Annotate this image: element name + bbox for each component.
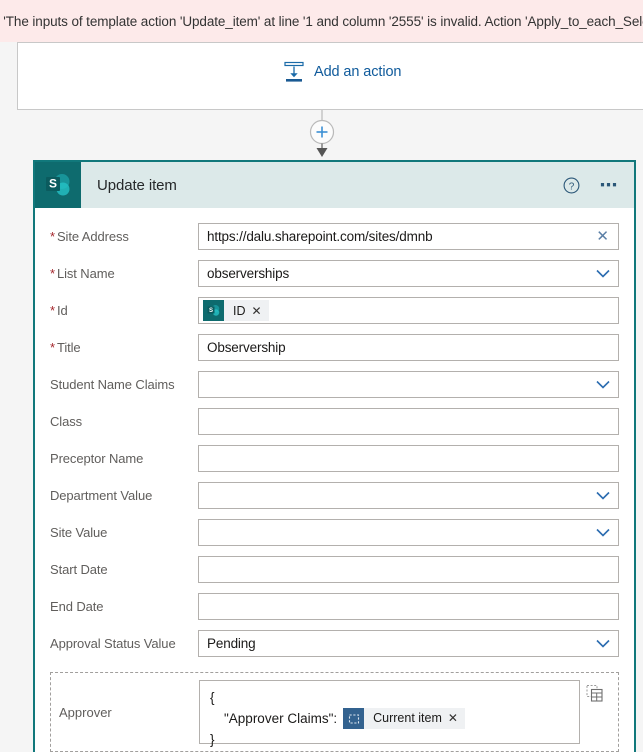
svg-text:S: S — [209, 308, 213, 314]
svg-text:?: ? — [568, 181, 574, 192]
chevron-down-icon[interactable] — [596, 380, 610, 389]
action-title: Update item — [97, 176, 177, 194]
field-label-id: * Id — [50, 303, 68, 318]
chevron-down-icon[interactable] — [596, 639, 610, 648]
chevron-down-icon[interactable] — [596, 491, 610, 500]
field-row-preceptor-name: Preceptor Name — [50, 440, 619, 477]
list-name-value: observerships — [207, 266, 290, 281]
department-value-dropdown[interactable] — [198, 482, 619, 509]
action-card-header[interactable]: S Update item ? ⋯ — [35, 162, 634, 208]
approver-json-key: "Approver Claims": — [224, 711, 338, 726]
field-row-end-date: End Date — [50, 588, 619, 625]
add-an-action-button[interactable]: Add an action — [283, 61, 401, 83]
chevron-down-icon[interactable] — [596, 269, 610, 278]
error-banner: : 'The inputs of template action 'Update… — [0, 0, 643, 42]
required-asterisk: * — [50, 266, 55, 281]
field-row-site-address: * Site Address https://dalu.sharepoint.co… — [50, 218, 619, 255]
ellipsis-icon[interactable]: ⋯ — [600, 176, 621, 194]
close-icon[interactable]: ✕ — [448, 708, 465, 729]
field-label-preceptor-name: Preceptor Name — [50, 451, 144, 466]
end-date-input[interactable] — [198, 593, 619, 620]
approver-json-open: { — [210, 690, 215, 705]
start-date-input[interactable] — [198, 556, 619, 583]
field-row-site-value: Site Value — [50, 514, 619, 551]
help-circle-icon[interactable]: ? — [563, 177, 580, 194]
site-address-input[interactable]: https://dalu.sharepoint.com/sites/dmnb ✕ — [198, 223, 619, 250]
class-input[interactable] — [198, 408, 619, 435]
field-label-list-name: * List Name — [50, 266, 115, 281]
close-icon[interactable]: ✕ — [252, 304, 269, 318]
token-chip-label: Current item — [373, 711, 442, 725]
arrow-down-icon — [316, 148, 327, 157]
field-label-site-address: * Site Address — [50, 229, 129, 244]
field-row-list-name: * List Name observerships — [50, 255, 619, 292]
approver-section: Approver { "Approver Claims": Current it… — [50, 672, 619, 752]
flow-connector — [0, 110, 643, 160]
plus-circle-icon — [309, 119, 334, 145]
action-form-body: * Site Address https://dalu.sharepoint.co… — [35, 208, 634, 752]
student-name-claims-dropdown[interactable] — [198, 371, 619, 398]
svg-text:S: S — [49, 177, 57, 191]
site-address-value: https://dalu.sharepoint.com/sites/dmnb — [207, 229, 433, 244]
insert-arrow-down-icon — [283, 61, 305, 83]
action-header-controls: ? ⋯ — [563, 162, 621, 208]
approval-status-value-dropdown[interactable]: Pending — [198, 630, 619, 657]
update-item-action-card[interactable]: S Update item ? ⋯ * Site Address https://… — [33, 160, 636, 752]
field-row-id: * Id S ID ✕ — [50, 292, 619, 329]
required-asterisk: * — [50, 229, 55, 244]
approver-json-close: } — [210, 732, 215, 747]
field-label-start-date: Start Date — [50, 562, 108, 577]
token-chip-current-item[interactable]: Current item ✕ — [343, 708, 465, 729]
title-input[interactable]: Observership — [198, 334, 619, 361]
error-message: : 'The inputs of template action 'Update… — [0, 13, 643, 29]
approval-status-value-value: Pending — [207, 636, 256, 651]
field-row-title: * Title Observership — [50, 329, 619, 366]
field-label-approver: Approver — [59, 704, 112, 720]
site-value-dropdown[interactable] — [198, 519, 619, 546]
token-chip-id[interactable]: S ID ✕ — [203, 300, 269, 321]
dynamic-content-icon — [343, 708, 365, 729]
field-row-start-date: Start Date — [50, 551, 619, 588]
sharepoint-icon: S — [35, 162, 81, 208]
preceptor-name-input[interactable] — [198, 445, 619, 472]
field-label-approval-status-value: Approval Status Value — [50, 636, 176, 651]
field-label-student-name-claims: Student Name Claims — [50, 377, 175, 392]
chevron-down-icon[interactable] — [596, 528, 610, 537]
add-an-action-label: Add an action — [314, 64, 402, 80]
previous-action-card: Add an action — [17, 42, 643, 110]
required-asterisk: * — [50, 303, 55, 318]
required-asterisk: * — [50, 340, 55, 355]
close-icon[interactable]: ✕ — [596, 229, 610, 244]
list-name-dropdown[interactable]: observerships — [198, 260, 619, 287]
approver-json-claims-line: "Approver Claims": Current item ✕ — [210, 708, 569, 729]
token-chip-label: ID — [233, 303, 246, 318]
field-label-title: * Title — [50, 340, 81, 355]
approver-expression-editor[interactable]: { "Approver Claims": Current item ✕ } — [199, 680, 580, 747]
title-value: Observership — [207, 340, 286, 355]
field-row-approval-status-value: Approval Status Value Pending — [50, 625, 619, 662]
id-input[interactable]: S ID ✕ — [198, 297, 619, 324]
connector-graphic — [309, 110, 334, 157]
field-label-site-value: Site Value — [50, 525, 108, 540]
dynamic-content-picker-icon[interactable] — [580, 680, 610, 704]
field-label-end-date: End Date — [50, 599, 104, 614]
field-row-department-value: Department Value — [50, 477, 619, 514]
field-row-class: Class — [50, 403, 619, 440]
field-label-class: Class — [50, 414, 83, 429]
sharepoint-icon: S — [203, 300, 224, 321]
field-label-department-value: Department Value — [50, 488, 153, 503]
field-row-student-name-claims: Student Name Claims — [50, 366, 619, 403]
